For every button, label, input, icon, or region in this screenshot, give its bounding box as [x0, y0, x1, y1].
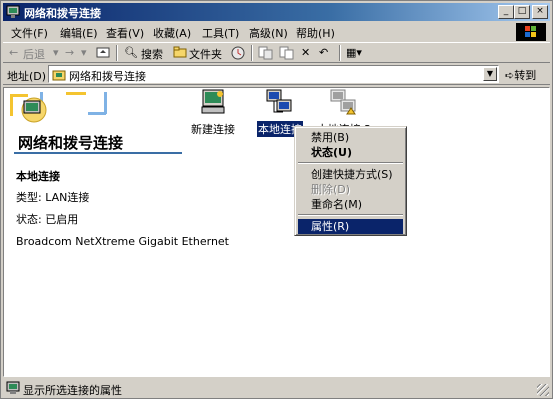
- menu-properties[interactable]: 属性(R): [298, 219, 403, 234]
- menu-file[interactable]: 文件(F): [11, 25, 48, 41]
- menu-rename[interactable]: 重命名(M): [298, 197, 403, 212]
- address-label: 地址(D): [7, 70, 47, 83]
- undo-icon[interactable]: ↶: [319, 46, 328, 59]
- context-menu: 禁用(B) 状态(U) 创建快捷方式(S) 删除(D) 重命名(M) 属性(R): [294, 126, 407, 236]
- menu-help[interactable]: 帮助(H): [296, 25, 335, 41]
- connection-status: 状态: 已启用: [16, 213, 79, 226]
- network-connections-icon: [6, 5, 20, 18]
- views-button[interactable]: ▦▾: [346, 46, 362, 59]
- selected-item-name: 本地连接: [16, 170, 60, 183]
- folder-view[interactable]: 网络和拨号连接 本地连接 类型: LAN连接 状态: 已启用 Broadcom …: [3, 87, 550, 377]
- close-button[interactable]: ×: [532, 5, 548, 19]
- resize-grip[interactable]: [537, 384, 549, 396]
- go-button-label: 转到: [514, 69, 537, 82]
- network-status-icon: [6, 381, 20, 394]
- standard-toolbar: ← 后退 ▾ → ▾ 🔍︎ 搜索 文件夹 ✕ ↶ ▦▾: [3, 42, 550, 63]
- move-to-icon[interactable]: [258, 46, 274, 63]
- window-title: 网络和拨号连接: [24, 7, 101, 20]
- toolbar-separator: [339, 45, 341, 61]
- menu-status[interactable]: 状态(U): [298, 145, 403, 160]
- menu-bar: 文件(F) 编辑(E) 查看(V) 收藏(A) 工具(T) 高级(N) 帮助(H…: [3, 23, 550, 41]
- copy-to-icon[interactable]: [279, 46, 295, 63]
- device-name: Broadcom NetXtreme Gigabit Ethernet: [16, 235, 229, 248]
- title-divider: [14, 152, 182, 154]
- folder-banner-graphic: [4, 88, 114, 128]
- delete-icon[interactable]: ✕: [301, 46, 310, 59]
- menu-tools[interactable]: 工具(T): [202, 25, 239, 41]
- forward-button[interactable]: →: [65, 46, 74, 59]
- go-button[interactable]: ➪转到: [505, 67, 536, 83]
- connection-type: 类型: LAN连接: [16, 191, 90, 204]
- menu-create-shortcut[interactable]: 创建快捷方式(S): [298, 167, 403, 182]
- menu-edit[interactable]: 编辑(E): [60, 25, 98, 41]
- network-folder-icon: [52, 70, 66, 81]
- up-folder-icon[interactable]: [96, 46, 110, 61]
- status-bar: 显示所选连接的属性: [3, 379, 550, 397]
- folders-button[interactable]: 文件夹: [189, 46, 222, 62]
- menu-separator: [298, 162, 403, 164]
- minimize-button[interactable]: _: [498, 5, 514, 19]
- new-connection-item[interactable]: 新建连接: [178, 88, 248, 137]
- folder-title: 网络和拨号连接: [18, 134, 124, 152]
- search-button[interactable]: 搜索: [141, 46, 163, 62]
- address-bar: 地址(D) 网络和拨号连接 ▼ ➪转到: [3, 64, 550, 85]
- address-field[interactable]: 网络和拨号连接 ▼: [48, 65, 499, 83]
- toolbar-separator: [116, 45, 118, 61]
- search-icon[interactable]: 🔍︎: [124, 46, 138, 59]
- address-value: 网络和拨号连接: [69, 70, 146, 83]
- menu-separator: [298, 214, 403, 216]
- back-button-label[interactable]: 后退: [23, 46, 45, 62]
- toolbar-separator: [251, 45, 253, 61]
- history-icon[interactable]: [231, 46, 245, 63]
- menu-favorites[interactable]: 收藏(A): [153, 25, 191, 41]
- folders-icon[interactable]: [173, 46, 187, 61]
- back-dropdown-icon[interactable]: ▾: [53, 46, 59, 59]
- lan-connection-2-icon: [330, 89, 356, 115]
- forward-dropdown-icon[interactable]: ▾: [81, 46, 87, 59]
- title-bar[interactable]: 网络和拨号连接 _ □ ×: [3, 3, 550, 21]
- lan-connection-icon: [266, 89, 292, 113]
- new-connection-icon: [201, 89, 225, 114]
- windows-logo-icon: [516, 23, 546, 41]
- menu-disable[interactable]: 禁用(B): [298, 130, 403, 145]
- menu-advanced[interactable]: 高级(N): [249, 25, 288, 41]
- menu-view[interactable]: 查看(V): [106, 25, 144, 41]
- status-text: 显示所选连接的属性: [23, 384, 122, 397]
- explorer-window: 网络和拨号连接 _ □ × 文件(F) 编辑(E) 查看(V) 收藏(A) 工具…: [0, 0, 553, 399]
- go-arrow-icon: ➪: [505, 69, 515, 82]
- maximize-button[interactable]: □: [514, 5, 530, 19]
- address-dropdown-icon[interactable]: ▼: [483, 67, 497, 81]
- menu-delete: 删除(D): [311, 183, 351, 196]
- new-connection-label: 新建连接: [191, 123, 235, 136]
- back-arrow-icon[interactable]: ←: [9, 46, 18, 59]
